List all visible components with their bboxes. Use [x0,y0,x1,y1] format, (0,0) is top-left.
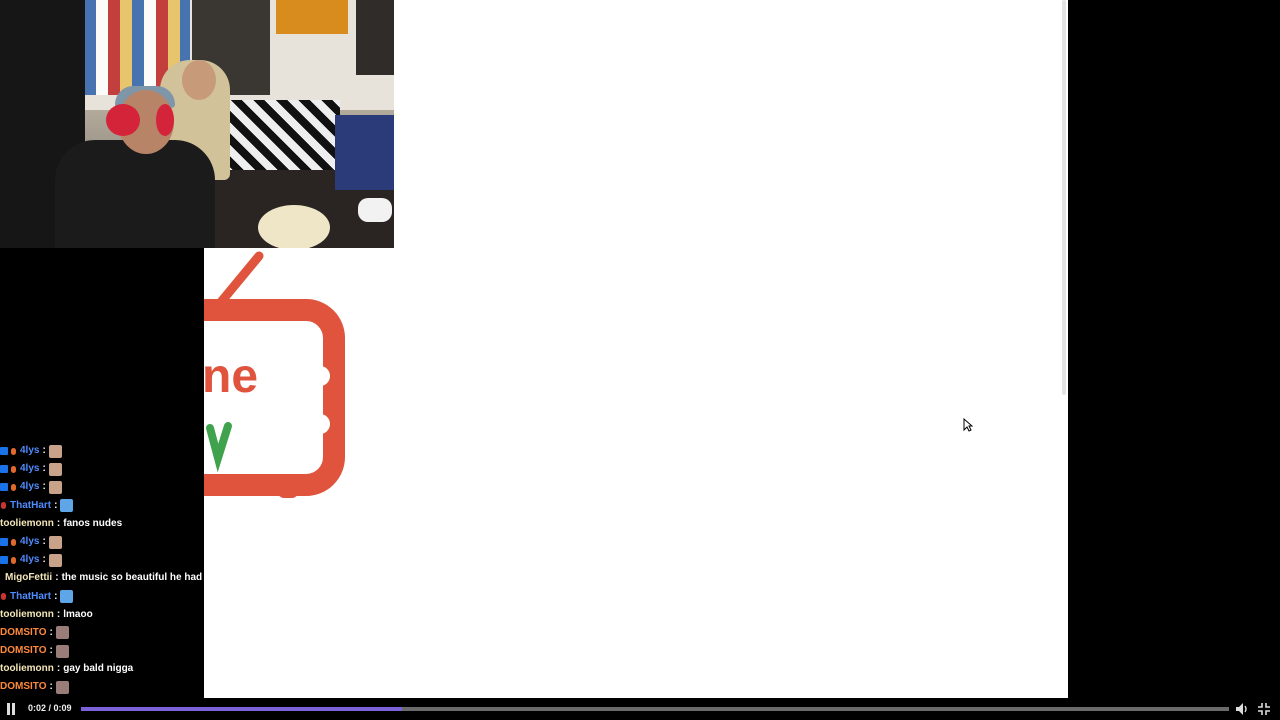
chat-message: 4lys: [0,460,204,478]
sub-badge-icon [1,593,6,601]
webcam-person-back-head [182,60,216,100]
sub-badge-icon [11,483,16,491]
chat-separator: : [42,535,46,547]
webcam-window [356,0,394,75]
chat-text: the music so beautiful he had to jus let… [61,572,318,584]
prime-badge-icon [0,538,8,547]
chat-separator: : [56,663,61,675]
time-display: 0:02 / 0:09 [28,703,72,713]
chat-username[interactable]: ThatHart [10,497,51,515]
hand-emote-icon [48,480,62,494]
chat-text: fanos nudes [63,517,123,529]
page-scrollbar[interactable] [1062,0,1066,395]
chat-message: tooliemonn: fanos nudes [0,515,204,533]
blue-emote-icon [60,590,74,604]
svg-text:ne: ne [204,350,258,403]
chat-username[interactable]: ThatHart [10,588,51,606]
webcam-headphone-right [156,104,174,136]
sub-badge-icon [11,556,16,564]
webcam-shelf-art [276,0,348,34]
right-letterbox [1068,0,1280,720]
chat-username[interactable]: tooliemonn [0,606,54,624]
pause-icon[interactable] [6,703,16,715]
progress-bar[interactable] [81,707,1229,711]
chat-message: DOMSITO: [0,642,204,660]
chat-username[interactable]: MigoFettii [5,569,52,587]
chat-message: 4lys: [0,442,204,460]
chat-message: 4lys: [0,551,204,569]
chat-message: MigoFettii: the music so beautiful he had… [0,569,317,587]
prime-badge-icon [0,483,8,492]
volume-icon[interactable] [1235,702,1249,716]
chat-separator: : [42,463,46,475]
chat-message-list: 4lys:4lys:4lys: ThatHart: tooliemonn: fanos… [0,442,317,697]
chat-separator: : [42,481,46,493]
chat-username[interactable]: 4lys [20,551,39,569]
chat-username[interactable]: DOMSITO [0,678,46,696]
cat-emote-icon [55,644,69,658]
cat-emote-icon [55,626,69,640]
chat-separator: : [42,554,46,566]
mouse-cursor-icon [963,418,973,432]
webcam-laptop [335,115,394,190]
prime-badge-icon [0,465,8,474]
sub-badge-icon [11,447,16,455]
chat-username[interactable]: DOMSITO [0,624,46,642]
chat-username[interactable]: DOMSITO [0,642,46,660]
cat-emote-icon [55,681,69,695]
chat-message: DOMSITO: [0,624,204,642]
tv-logo-image: ne [204,248,354,510]
chat-username[interactable]: tooliemonn [0,660,54,678]
webcam-feed [0,0,394,248]
chat-separator: : [56,517,61,529]
chat-message: tooliemonn: lmaoo [0,606,204,624]
hand-emote-icon [48,462,62,476]
sub-badge-icon [11,465,16,473]
chat-text: gay bald nigga [63,663,134,675]
player-controls: 0:02 / 0:09 [0,698,1280,720]
chat-message-partial [0,434,204,442]
chat-separator: : [54,590,58,602]
chat-username[interactable]: 4lys [20,460,39,478]
progress-fill [81,707,403,711]
chat-text: lmaoo [63,608,93,620]
chat-message: 4lys: [0,478,204,496]
prime-badge-icon [0,447,8,456]
chat-separator: : [49,626,53,638]
webcam-controller [358,198,392,222]
chat-separator: : [49,645,53,657]
chat-username[interactable]: 4lys [20,533,39,551]
chat-username[interactable]: tooliemonn [0,515,54,533]
hand-emote-icon [48,444,62,458]
chat-message: tooliemonn: gay bald nigga [0,660,204,678]
webcam-streamer [55,140,215,248]
chat-separator: : [55,572,59,584]
prime-badge-icon [0,556,8,565]
chat-separator: : [54,499,58,511]
blue-emote-icon [60,499,74,513]
chat-separator: : [56,608,61,620]
webcam-headphone-left [106,104,140,136]
chat-message: ThatHart: [0,497,204,515]
chat-separator: : [49,681,53,693]
chat-message: ThatHart: [0,588,204,606]
chat-username[interactable]: 4lys [20,478,39,496]
chat-username[interactable]: 4lys [20,442,39,460]
chat-overlay: 4lys:4lys:4lys: ThatHart: tooliemonn: fanos… [0,434,317,700]
chat-message: 4lys: [0,533,204,551]
sub-badge-icon [1,502,6,510]
chat-message: DOMSITO: [0,678,204,696]
webcam-bowl [258,205,330,248]
hand-emote-icon [48,535,62,549]
chat-separator: : [42,445,46,456]
exit-fullscreen-icon[interactable] [1257,702,1271,716]
hand-emote-icon [48,553,62,567]
sub-badge-icon [11,538,16,546]
